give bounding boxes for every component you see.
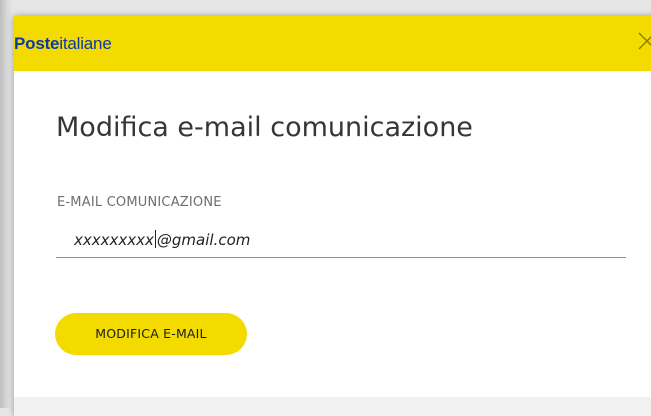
email-field[interactable] — [56, 224, 626, 258]
poste-italiane-logo: Posteitaliane — [14, 35, 112, 52]
close-icon[interactable] — [636, 30, 651, 52]
logo-bold-text: Poste — [14, 34, 60, 53]
logo-light-text: italiane — [59, 34, 112, 53]
edit-email-dialog: Posteitaliane Modifica e-mail comunicazi… — [14, 16, 651, 416]
email-field-label: E-MAIL COMUNICAZIONE — [57, 195, 222, 210]
dialog-title: Modifica e-mail comunicazione — [56, 112, 473, 143]
background-shadow — [0, 0, 14, 408]
modify-email-button[interactable]: MODIFICA E-MAIL — [55, 313, 247, 355]
dialog-footer — [14, 397, 651, 416]
dialog-header: Posteitaliane — [14, 16, 651, 71]
